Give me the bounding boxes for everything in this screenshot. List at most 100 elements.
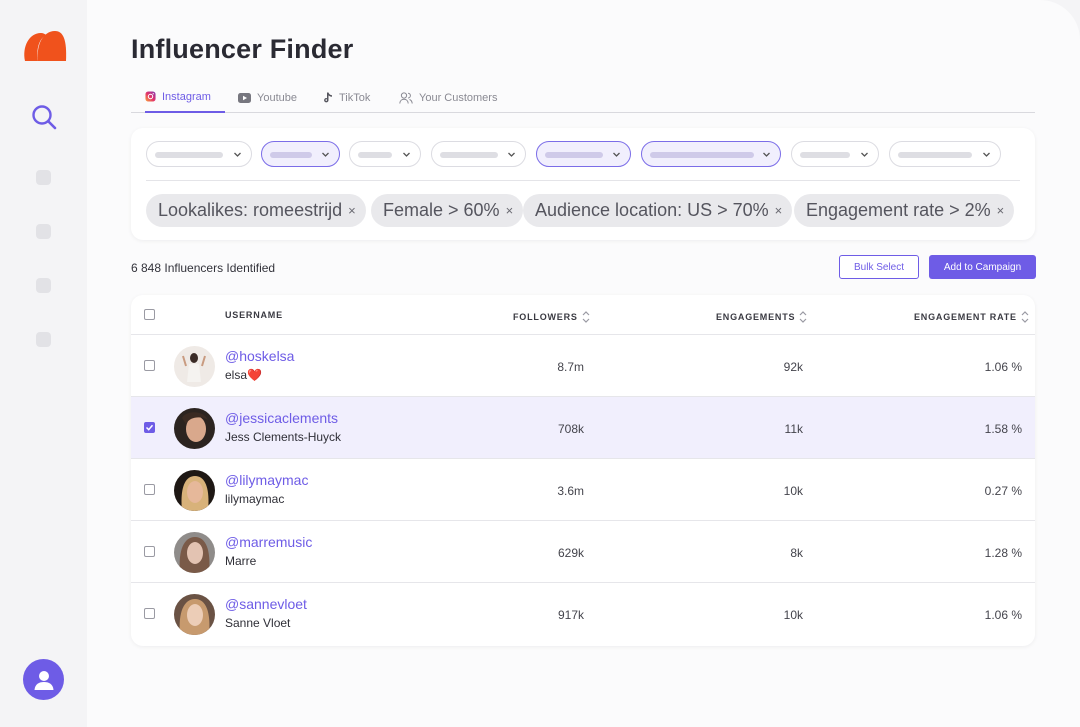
engagement-rate-value: 1.06 %	[984, 608, 1022, 622]
row-checkbox[interactable]	[144, 422, 155, 433]
row-checkbox[interactable]	[144, 608, 155, 619]
row-checkbox[interactable]	[144, 360, 155, 371]
influencer-handle-link[interactable]: @marremusic	[225, 534, 312, 550]
chevron-down-icon	[234, 152, 241, 157]
tab-your-customers[interactable]: Your Customers	[399, 86, 497, 113]
column-header-engagements[interactable]: ENGAGEMENTS	[716, 310, 807, 324]
chevron-down-icon	[508, 152, 515, 157]
page-title: Influencer Finder	[131, 34, 354, 64]
table-row[interactable]: @sannevloet Sanne Vloet 917k 10k 1.06 %	[131, 583, 1035, 645]
tab-your-customers-label: Your Customers	[419, 91, 498, 104]
filter-dropdown-6[interactable]	[641, 141, 781, 167]
engagements-value: 92k	[783, 360, 803, 374]
followers-value: 917k	[557, 608, 584, 622]
filter-chip-female: Female > 60% ×	[371, 194, 524, 227]
influencer-display-name: Sanne Vloet	[225, 616, 291, 630]
column-header-followers[interactable]: FOLLOWERS	[513, 310, 590, 324]
tab-instagram[interactable]: Instagram	[145, 86, 225, 113]
filter-dropdown-3[interactable]	[349, 141, 421, 167]
tab-instagram-label: Instagram	[162, 90, 211, 103]
filter-chip-label: Engagement rate > 2%	[806, 200, 991, 220]
influencer-display-name: lilymaymac	[225, 492, 285, 506]
followers-value: 708k	[557, 422, 584, 436]
influencer-handle-link[interactable]: @sannevloet	[225, 596, 307, 612]
filter-panel: Lookalikes: romeestrijd × Female > 60% ×…	[131, 128, 1035, 240]
brand-logo	[24, 31, 67, 61]
tiktok-icon	[324, 92, 332, 102]
youtube-icon	[238, 92, 251, 103]
filter-dropdown-1[interactable]	[146, 141, 252, 167]
filter-divider	[146, 180, 1020, 181]
filter-dropdown-7[interactable]	[791, 141, 879, 167]
avatar	[174, 470, 215, 511]
nav-item-placeholder-1[interactable]	[36, 170, 51, 185]
bulk-select-button[interactable]: Bulk Select	[839, 255, 919, 279]
engagement-rate-value: 1.28 %	[984, 546, 1022, 560]
sort-icon	[799, 311, 807, 323]
checkmark-icon	[145, 424, 154, 431]
remove-filter-icon[interactable]: ×	[775, 203, 783, 218]
user-profile-button[interactable]	[23, 659, 64, 700]
influencer-display-name: elsa❤️	[225, 368, 262, 382]
avatar	[174, 594, 215, 635]
influencer-handle-link[interactable]: @jessicaclements	[225, 410, 338, 426]
influencer-display-name: Jess Clements-Huyck	[225, 430, 342, 444]
avatar	[174, 408, 215, 449]
tab-youtube[interactable]: Youtube	[238, 86, 297, 113]
avatar	[174, 532, 215, 573]
engagement-rate-value: 1.58 %	[984, 422, 1022, 436]
sidebar	[0, 0, 87, 727]
filter-dropdown-2[interactable]	[261, 141, 340, 167]
engagement-rate-value: 0.27 %	[984, 484, 1022, 498]
filter-chip-lookalikes: Lookalikes: romeestrijd ×	[146, 194, 366, 227]
column-header-username: USERNAME	[225, 310, 283, 320]
influencer-handle-link[interactable]: @lilymaymac	[225, 472, 308, 488]
main-content: Influencer Finder Instagram Youtube TikT…	[87, 0, 1080, 727]
nav-item-placeholder-2[interactable]	[36, 224, 51, 239]
table-row[interactable]: @marremusic Marre 629k 8k 1.28 %	[131, 521, 1035, 583]
table-row[interactable]: @hoskelsa elsa❤️ 8.7m 92k 1.06 %	[131, 335, 1035, 397]
remove-filter-icon[interactable]: ×	[348, 203, 356, 218]
tab-tiktok[interactable]: TikTok	[323, 86, 370, 113]
filter-chip-label: Female > 60%	[383, 200, 500, 220]
chevron-down-icon	[322, 152, 329, 157]
nav-item-placeholder-4[interactable]	[36, 332, 51, 347]
column-header-engagement-rate[interactable]: ENGAGEMENT RATE	[914, 310, 1029, 324]
followers-value: 629k	[557, 546, 584, 560]
remove-filter-icon[interactable]: ×	[997, 203, 1005, 218]
filter-dropdown-4[interactable]	[431, 141, 526, 167]
filter-chip-label: Audience location: US > 70%	[535, 200, 769, 220]
add-to-campaign-button[interactable]: Add to Campaign	[929, 255, 1036, 279]
table-row[interactable]: @lilymaymac lilymaymac 3.6m 10k 0.27 %	[131, 459, 1035, 521]
platform-tabs: Instagram Youtube TikTok Your Customers	[131, 86, 1035, 113]
chevron-down-icon	[613, 152, 620, 157]
filter-chip-engagement-rate: Engagement rate > 2% ×	[794, 194, 1015, 227]
row-checkbox[interactable]	[144, 546, 155, 557]
engagement-rate-value: 1.06 %	[984, 360, 1022, 374]
nav-item-placeholder-3[interactable]	[36, 278, 51, 293]
filter-chip-audience-location: Audience location: US > 70% ×	[523, 194, 793, 227]
tab-tiktok-label: TikTok	[339, 91, 371, 104]
influencer-handle-link[interactable]: @hoskelsa	[225, 348, 294, 364]
remove-filter-icon[interactable]: ×	[506, 203, 514, 218]
engagements-value: 10k	[783, 484, 803, 498]
tab-youtube-label: Youtube	[257, 91, 297, 104]
user-icon	[34, 670, 53, 690]
users-icon	[399, 91, 413, 104]
table-header: USERNAME FOLLOWERS ENGAGEMENTS ENGAGEMEN…	[131, 295, 1035, 335]
avatar	[174, 346, 215, 387]
sort-icon	[1021, 311, 1029, 323]
results-count: 6 848 Influencers Identified	[131, 261, 276, 275]
instagram-icon	[145, 91, 156, 102]
chevron-down-icon	[861, 152, 868, 157]
select-all-checkbox[interactable]	[144, 309, 155, 320]
filter-dropdown-8[interactable]	[889, 141, 1001, 167]
engagements-value: 8k	[790, 546, 803, 560]
row-checkbox[interactable]	[144, 484, 155, 495]
filter-dropdown-5[interactable]	[536, 141, 631, 167]
engagements-value: 10k	[783, 608, 803, 622]
search-icon[interactable]	[30, 103, 58, 131]
chevron-down-icon	[983, 152, 990, 157]
influencer-display-name: Marre	[225, 554, 257, 568]
table-row[interactable]: @jessicaclements Jess Clements-Huyck 708…	[131, 397, 1035, 459]
